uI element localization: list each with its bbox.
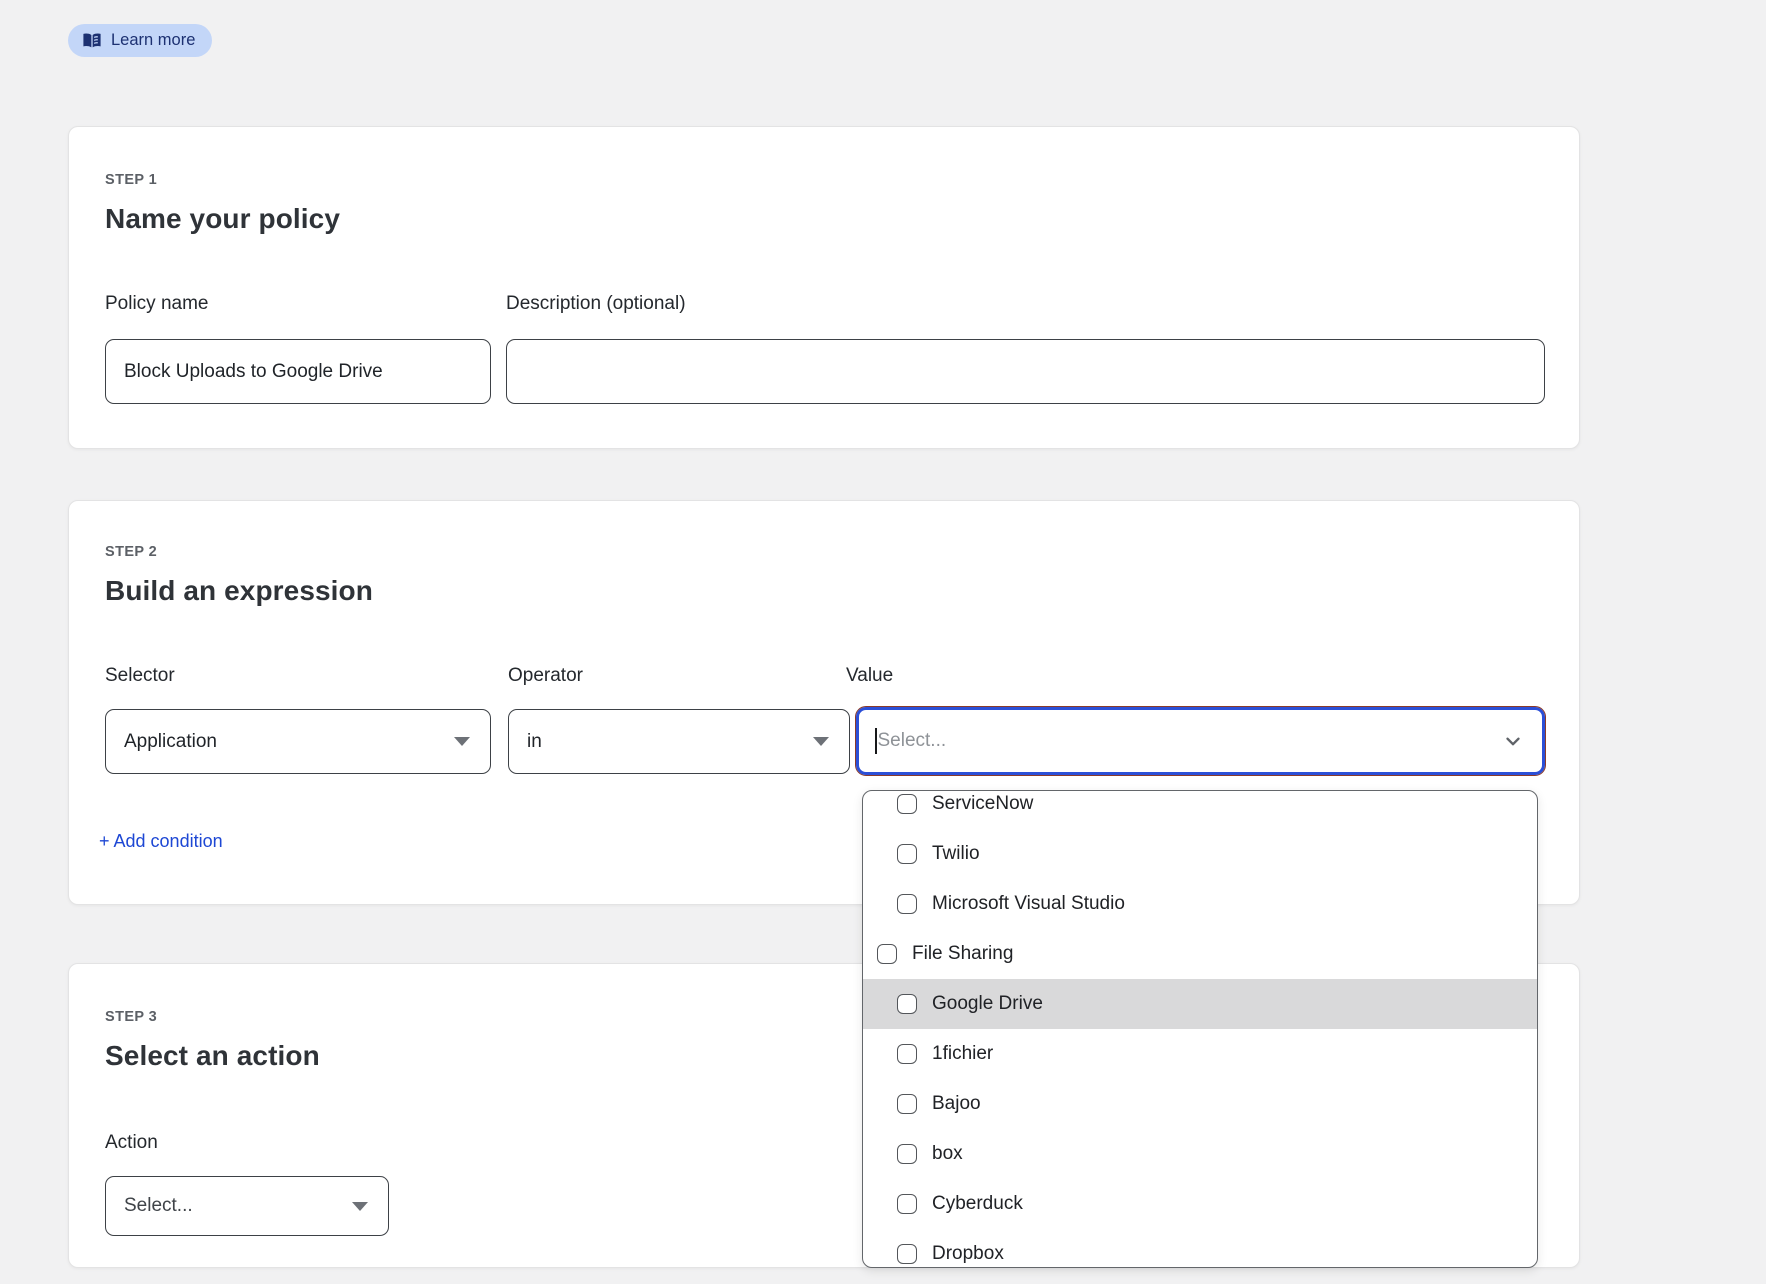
dropdown-item-box[interactable]: box <box>863 1129 1537 1179</box>
step2-title: Build an expression <box>105 575 373 607</box>
checkbox-unchecked[interactable] <box>897 1044 917 1064</box>
dropdown-item-label: File Sharing <box>912 943 1013 965</box>
dropdown-item-twilio[interactable]: Twilio <box>863 829 1537 879</box>
dropdown-item-microsoft-visual-studio[interactable]: Microsoft Visual Studio <box>863 879 1537 929</box>
triangle-down-icon <box>352 1202 368 1211</box>
dropdown-item-google-drive[interactable]: Google Drive <box>863 979 1537 1029</box>
dropdown-item-servicenow[interactable]: ServiceNow <box>863 790 1537 829</box>
action-select-value: Select... <box>124 1195 193 1217</box>
text-caret <box>875 728 877 754</box>
checkbox-unchecked[interactable] <box>897 794 917 814</box>
description-label: Description (optional) <box>506 293 686 315</box>
checkbox-unchecked[interactable] <box>897 1144 917 1164</box>
dropdown-item-cyberduck[interactable]: Cyberduck <box>863 1179 1537 1229</box>
checkbox-unchecked[interactable] <box>897 1244 917 1264</box>
selector-select-value: Application <box>124 731 217 753</box>
checkbox-unchecked[interactable] <box>897 1094 917 1114</box>
operator-select-value: in <box>527 731 542 753</box>
policy-builder-page: Learn more STEP 1 Name your policy Polic… <box>0 0 1766 1284</box>
chevron-down-icon <box>1502 730 1524 752</box>
selector-label: Selector <box>105 665 175 687</box>
checkbox-unchecked[interactable] <box>897 844 917 864</box>
dropdown-item-label: Microsoft Visual Studio <box>932 893 1125 915</box>
dropdown-item-label: Twilio <box>932 843 980 865</box>
step1-title: Name your policy <box>105 203 340 235</box>
triangle-down-icon <box>454 737 470 746</box>
checkbox-unchecked[interactable] <box>897 1194 917 1214</box>
policy-name-label: Policy name <box>105 293 209 315</box>
book-icon <box>82 32 102 50</box>
dropdown-item-label: Bajoo <box>932 1093 981 1115</box>
learn-more-button[interactable]: Learn more <box>68 24 212 57</box>
operator-label: Operator <box>508 665 583 687</box>
application-dropdown-listbox: ServiceNow Twilio Microsoft Visual Studi… <box>862 790 1538 1268</box>
operator-select[interactable]: in <box>508 709 850 774</box>
dropdown-item-dropbox[interactable]: Dropbox <box>863 1229 1537 1268</box>
dropdown-item-label: ServiceNow <box>932 793 1033 815</box>
step3-label: STEP 3 <box>105 1009 157 1025</box>
dropdown-item-1fichier[interactable]: 1fichier <box>863 1029 1537 1079</box>
value-multiselect[interactable] <box>856 707 1545 775</box>
checkbox-unchecked[interactable] <box>897 994 917 1014</box>
learn-more-label: Learn more <box>111 31 195 50</box>
dropdown-item-bajoo[interactable]: Bajoo <box>863 1079 1537 1129</box>
dropdown-item-label: 1fichier <box>932 1043 993 1065</box>
add-condition-button[interactable]: + Add condition <box>99 831 223 852</box>
description-input[interactable] <box>506 339 1545 404</box>
checkbox-unchecked[interactable] <box>897 894 917 914</box>
selector-select[interactable]: Application <box>105 709 491 774</box>
dropdown-item-label: Google Drive <box>932 993 1043 1015</box>
dropdown-item-label: box <box>932 1143 963 1165</box>
action-label: Action <box>105 1132 158 1154</box>
checkbox-unchecked[interactable] <box>877 944 897 964</box>
step1-card: STEP 1 Name your policy Policy name Desc… <box>68 126 1580 449</box>
step3-title: Select an action <box>105 1040 320 1072</box>
dropdown-item-label: Cyberduck <box>932 1193 1023 1215</box>
step2-label: STEP 2 <box>105 544 157 560</box>
value-search-input[interactable] <box>878 730 1503 752</box>
step1-label: STEP 1 <box>105 172 157 188</box>
dropdown-item-label: Dropbox <box>932 1243 1004 1265</box>
policy-name-input[interactable] <box>105 339 491 404</box>
action-select[interactable]: Select... <box>105 1176 389 1236</box>
value-label: Value <box>846 665 893 687</box>
dropdown-item-file-sharing[interactable]: File Sharing <box>863 929 1537 979</box>
triangle-down-icon <box>813 737 829 746</box>
